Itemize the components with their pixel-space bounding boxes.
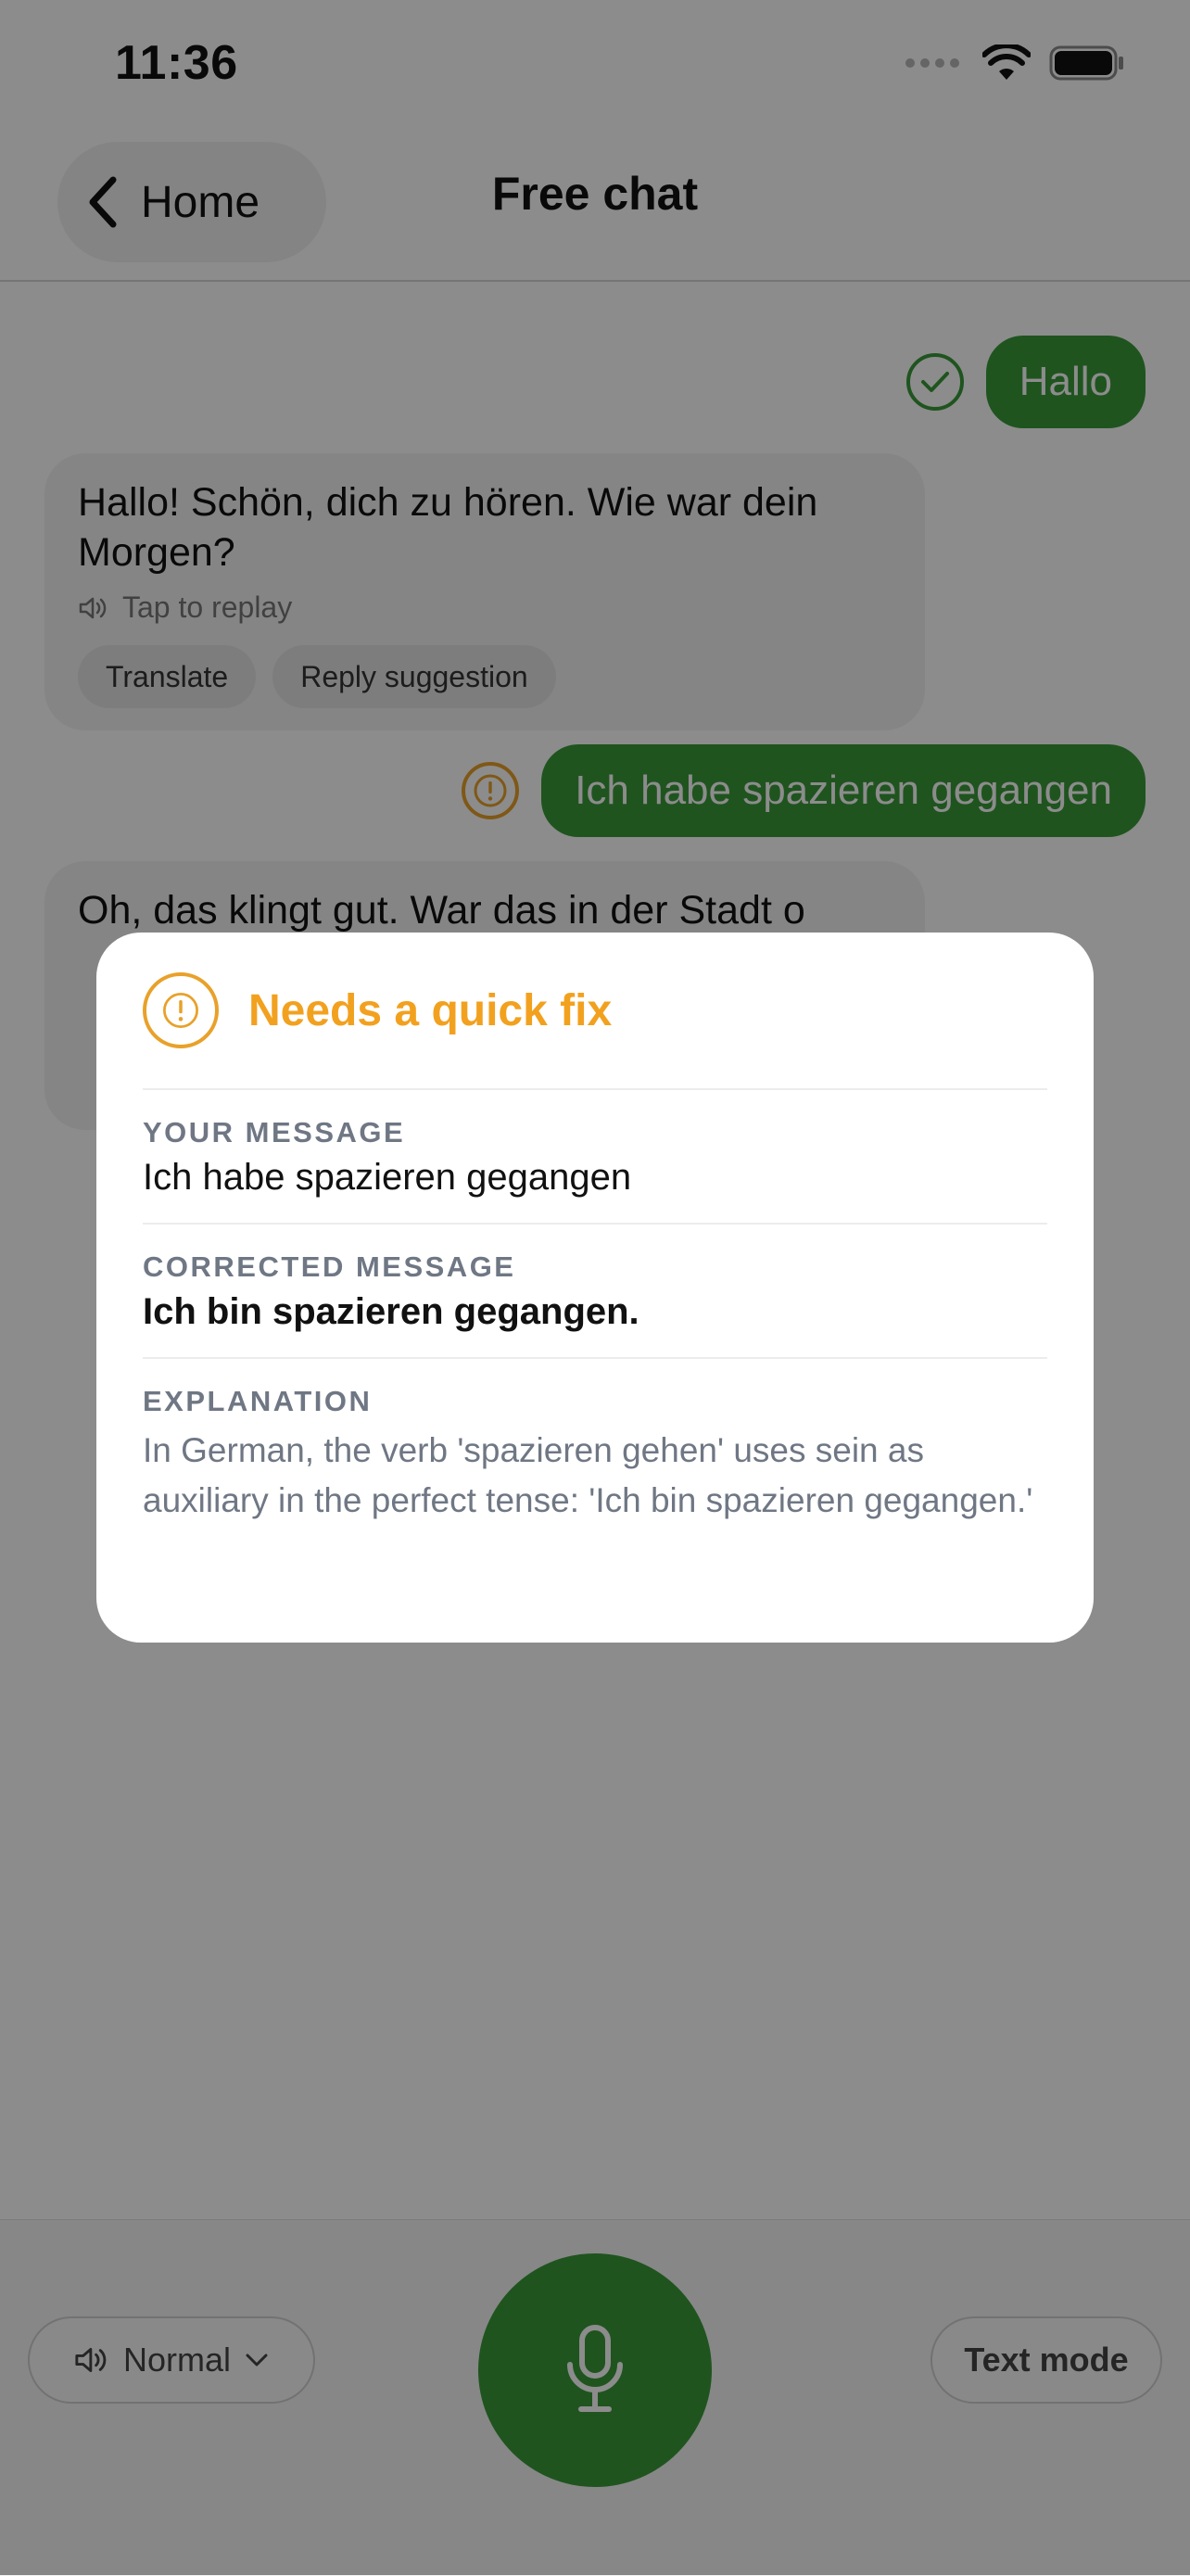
corrected-message-section: CORRECTED MESSAGE Ich bin spazieren gega… [143, 1223, 1047, 1357]
exclamation-icon [163, 993, 198, 1028]
your-message-text: Ich habe spazieren gegangen [143, 1157, 632, 1198]
correction-modal: Needs a quick fix YOUR MESSAGE Ich habe … [96, 933, 1094, 1643]
modal-header: Needs a quick fix [143, 933, 1047, 1088]
warning-icon [143, 972, 219, 1048]
explanation-label: EXPLANATION [143, 1385, 373, 1417]
explanation-section: EXPLANATION In German, the verb 'spazier… [143, 1357, 1047, 1550]
app-screen: 11:36 Home Free chat Hallo Hallo! Schön,… [0, 0, 1190, 2576]
your-message-section: YOUR MESSAGE Ich habe spazieren gegangen [143, 1088, 1047, 1223]
corrected-message-text: Ich bin spazieren gegangen. [143, 1291, 639, 1332]
your-message-label: YOUR MESSAGE [143, 1116, 406, 1148]
explanation-text: In German, the verb 'spazieren gehen' us… [143, 1431, 1033, 1519]
corrected-message-label: CORRECTED MESSAGE [143, 1250, 516, 1283]
modal-title: Needs a quick fix [248, 985, 613, 1035]
